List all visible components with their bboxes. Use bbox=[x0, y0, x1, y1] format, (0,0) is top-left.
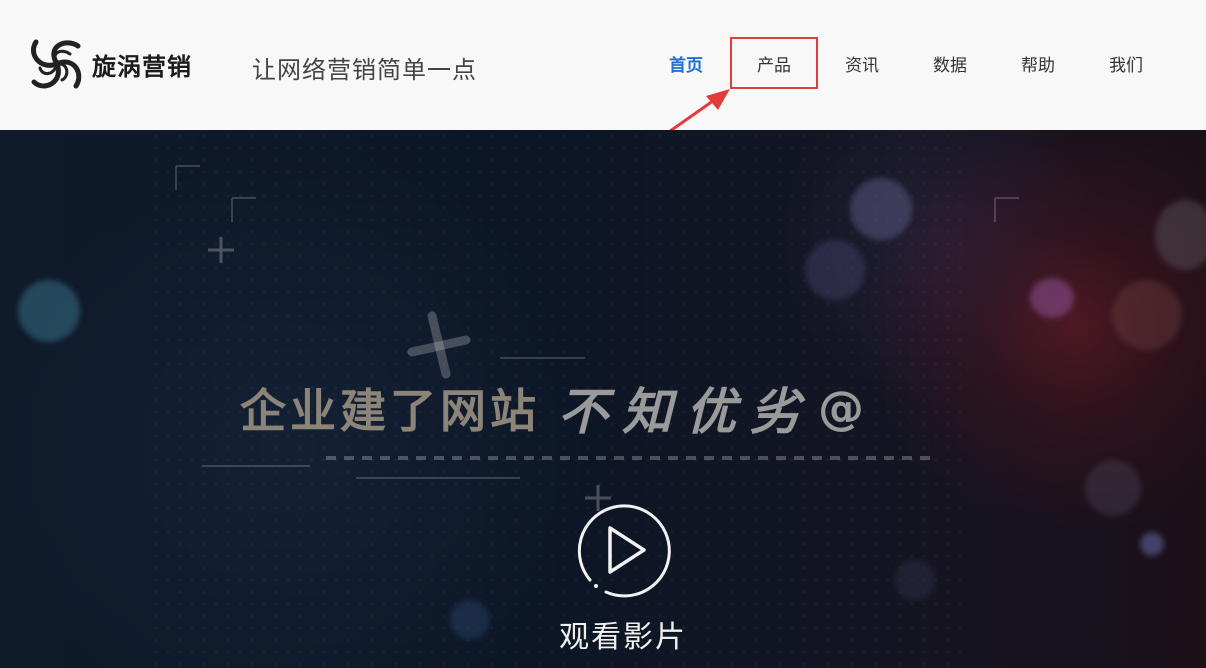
site-header: 旋涡营销 让网络营销简单一点 首页 产品 资讯 数据 帮助 我们 bbox=[0, 0, 1206, 150]
nav-item-products[interactable]: 产品 bbox=[730, 37, 818, 89]
hero-title: 企业建了网站 不知优劣 @ bbox=[240, 378, 1040, 441]
swirl-logo-icon bbox=[31, 39, 82, 89]
nav-item-help[interactable]: 帮助 bbox=[994, 37, 1082, 89]
nav-item-data[interactable]: 数据 bbox=[906, 37, 994, 89]
watch-video-label[interactable]: 观看影片 bbox=[540, 612, 706, 656]
hero-title-emphasis: 不知优劣 bbox=[558, 382, 814, 441]
logo-text: 旋涡营销 bbox=[92, 52, 192, 81]
play-icon[interactable] bbox=[572, 500, 672, 600]
hero-title-symbol: @ bbox=[818, 381, 864, 435]
hero-banner: 企业建了网站 不知优劣 @ 观看影片 bbox=[0, 130, 1206, 668]
nav-item-news[interactable]: 资讯 bbox=[818, 37, 906, 89]
nav-item-about[interactable]: 我们 bbox=[1082, 37, 1170, 89]
brand-logo[interactable]: 旋涡营销 bbox=[26, 34, 206, 94]
hero-title-main: 企业建了网站 bbox=[240, 384, 540, 438]
site-slogan: 让网络营销简单一点 bbox=[252, 56, 477, 84]
